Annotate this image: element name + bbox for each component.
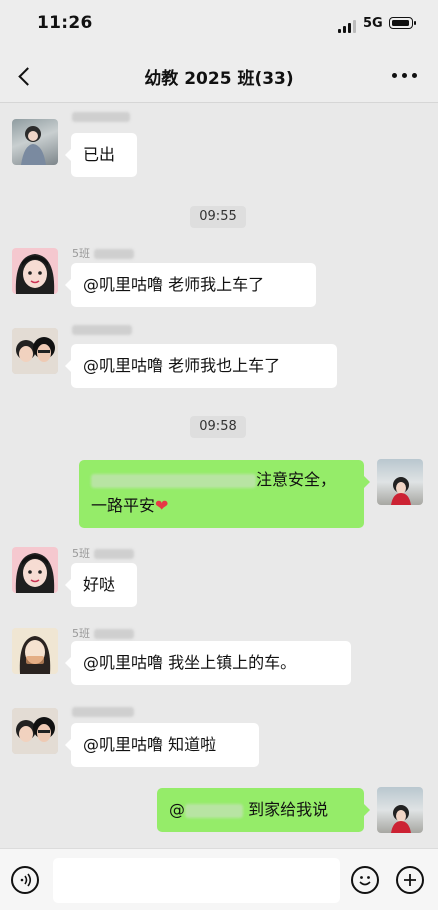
message-list[interactable]: 已出 09:55 5班 @叽里咕噜 老师我上车了 @叽里咕噜 老师我也上车了 0… [0,103,438,848]
sender-name [72,705,134,718]
sender-name: 5班 [72,545,134,561]
emoji-icon[interactable] [351,866,379,894]
battery-icon [389,17,416,29]
message-bubble[interactable]: @叽里咕噜 老师我上车了 [65,263,316,307]
sender-name: 5班 [72,245,134,261]
message-bubble[interactable]: 好哒 [65,563,137,607]
avatar[interactable] [12,628,58,674]
avatar[interactable] [12,248,58,294]
voice-icon[interactable] [11,866,39,894]
sender-name [72,323,132,336]
message-text: 到家给我说 [248,800,329,819]
sender-name [72,110,130,123]
status-bar: 11:26 5G [0,0,438,50]
chat-title: 幼教 2025 班(33) [144,69,294,89]
timestamp: 09:55 [190,206,246,228]
mention-text: @ [169,800,185,819]
sender-name: 5班 [72,625,134,641]
avatar[interactable] [12,708,58,754]
input-bar [0,848,438,910]
avatar[interactable] [12,328,58,374]
message-text: 注意安全， [256,470,337,489]
my-message-bubble[interactable]: @ 到家给我说 [157,788,370,832]
avatar[interactable] [12,119,58,165]
message-bubble[interactable]: 已出 [65,133,137,177]
message-input[interactable] [53,858,340,903]
avatar[interactable] [12,547,58,593]
timestamp: 09:58 [190,416,246,438]
message-bubble[interactable]: @叽里咕噜 知道啦 [65,723,259,767]
add-icon[interactable] [396,866,424,894]
heart-icon: ❤ [155,496,169,515]
status-time: 11:26 [37,13,93,33]
my-message-bubble[interactable]: 注意安全， 一路平安❤ [79,460,370,528]
message-text: 一路平安 [91,496,156,515]
signal-icon [338,19,356,33]
my-avatar[interactable] [377,787,423,833]
message-bubble[interactable]: @叽里咕噜 老师我也上车了 [65,344,337,388]
chat-header: 幼教 2025 班(33) [0,50,438,103]
more-icon[interactable] [392,72,418,80]
my-avatar[interactable] [377,459,423,505]
message-bubble[interactable]: @叽里咕噜 我坐上镇上的车。 [65,641,351,685]
network-type: 5G [363,16,383,31]
